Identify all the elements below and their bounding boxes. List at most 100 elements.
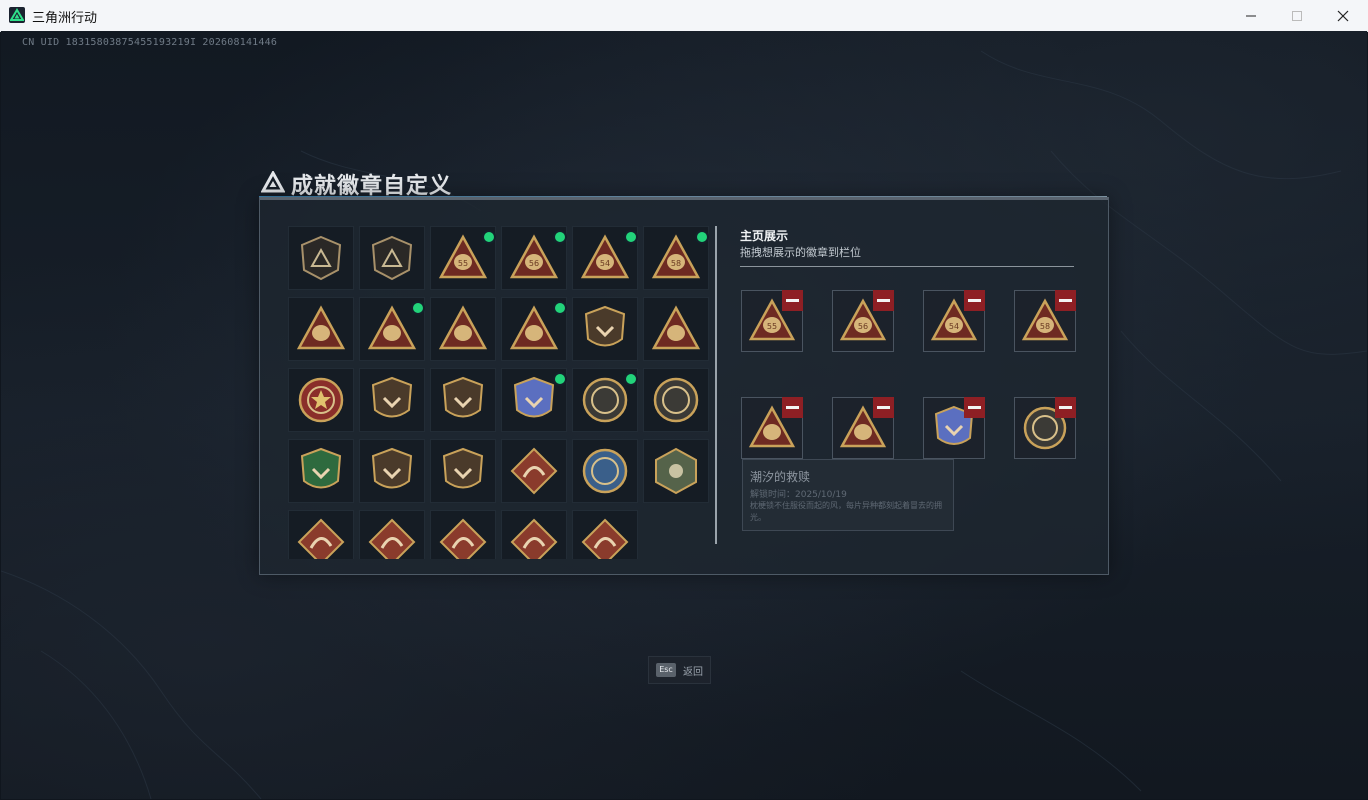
remove-badge-button[interactable] (964, 290, 985, 311)
badge-cell[interactable] (501, 368, 567, 432)
divider (715, 226, 717, 544)
showcase-slot[interactable] (832, 397, 894, 459)
badge-cell[interactable] (359, 368, 425, 432)
sniper-medal-icon (653, 377, 699, 423)
showcase-slot[interactable] (1014, 397, 1076, 459)
window-titlebar: 三角洲行动 (0, 0, 1368, 32)
badge-cell[interactable]: 58 (643, 226, 709, 290)
tooltip-unlock-date: 解锁时间：2025/10/19 (750, 490, 847, 500)
svg-text:56: 56 (858, 322, 868, 331)
maximize-icon (1292, 11, 1302, 21)
badge-cell[interactable] (288, 439, 354, 503)
number-one-triangle-icon (438, 305, 488, 350)
badge-cell[interactable] (572, 368, 638, 432)
minimize-button[interactable] (1228, 0, 1274, 31)
esc-key-icon: Esc (656, 663, 676, 677)
svg-text:55: 55 (458, 259, 468, 268)
shield-crest-icon (584, 305, 626, 347)
badge-tooltip: 潮汐的救赎 解锁时间：2025/10/19 枕梗锁不住服役而起的风，每片异种都刻… (742, 459, 954, 531)
new-indicator (624, 372, 638, 386)
svg-text:54: 54 (600, 259, 610, 268)
badge-cell[interactable]: 56 (501, 226, 567, 290)
shield-triangle-emblem-icon (300, 235, 342, 281)
svg-text:54: 54 (949, 322, 959, 331)
badge-cell[interactable] (430, 510, 496, 559)
money-bag-55-icon: 55 (438, 234, 488, 279)
remove-badge-button[interactable] (1055, 397, 1076, 418)
badge-cell[interactable] (643, 439, 709, 503)
runner-diamond-icon (439, 518, 487, 559)
window-title: 三角洲行动 (32, 11, 98, 26)
minimize-icon (1246, 15, 1256, 17)
showcase-slot[interactable]: 58 (1014, 290, 1076, 352)
green-rifle-shield-icon (300, 447, 342, 489)
remove-badge-button[interactable] (873, 397, 894, 418)
remove-badge-button[interactable] (782, 397, 803, 418)
badge-cell[interactable] (572, 297, 638, 361)
badge-cell[interactable] (359, 510, 425, 559)
new-indicator (695, 230, 709, 244)
card-58-icon: 58 (651, 234, 701, 279)
badge-cell[interactable] (359, 226, 425, 290)
chevron-shield-icon (371, 376, 413, 418)
remove-badge-button[interactable] (964, 397, 985, 418)
badge-cell[interactable] (572, 439, 638, 503)
svg-text:58: 58 (1040, 322, 1050, 331)
badge-cell[interactable] (501, 439, 567, 503)
pistol-shield-icon (371, 447, 413, 489)
badge-grid[interactable]: 55 56 54 58 (288, 226, 710, 559)
horse-diamond-icon (510, 518, 558, 559)
showcase-slot[interactable]: 54 (923, 290, 985, 352)
helmet-emblem-icon (367, 305, 417, 350)
section-title: 主页展示 (740, 229, 789, 243)
badge-cell[interactable] (430, 439, 496, 503)
badge-cell[interactable] (359, 439, 425, 503)
new-indicator (553, 301, 567, 315)
helmet-56-icon: 56 (509, 234, 559, 279)
maximize-button[interactable] (1274, 0, 1320, 31)
badge-cell[interactable]: 54 (572, 226, 638, 290)
helicopter-emblem-icon (371, 235, 413, 281)
winged-crest-icon (442, 447, 484, 489)
badge-cell[interactable]: 55 (430, 226, 496, 290)
badge-cell[interactable] (430, 368, 496, 432)
remove-badge-button[interactable] (782, 290, 803, 311)
dragon-diamond-2-icon (368, 518, 416, 559)
badge-cell[interactable] (430, 297, 496, 361)
remove-badge-button[interactable] (1055, 290, 1076, 311)
new-indicator (624, 230, 638, 244)
delta-logo-icon (261, 171, 285, 193)
eagle-medal-icon (582, 448, 628, 494)
close-icon (1337, 10, 1349, 22)
badge-cell[interactable] (288, 510, 354, 559)
svg-text:55: 55 (767, 322, 777, 331)
crouching-soldier-icon (509, 305, 559, 350)
remove-badge-button[interactable] (873, 290, 894, 311)
showcase-slot[interactable] (741, 397, 803, 459)
showcase-slot[interactable]: 56 (832, 290, 894, 352)
badge-cell[interactable] (501, 510, 567, 559)
badge-cell[interactable] (643, 368, 709, 432)
badge-cell[interactable] (501, 297, 567, 361)
showcase-section: 主页展示 拖拽想展示的徽章到栏位 55 56 54 58 潮汐的救赎 解锁时间：… (740, 226, 1080, 546)
medal-crest-icon (442, 376, 484, 418)
wolf-diamond-icon (510, 447, 558, 495)
blade-diamond-icon (581, 518, 629, 559)
round-helmet-medal-icon (582, 377, 628, 423)
back-button[interactable]: Esc 返回 (648, 656, 711, 684)
badge-cell[interactable] (643, 297, 709, 361)
showcase-slot[interactable] (923, 397, 985, 459)
badge-cell[interactable] (572, 510, 638, 559)
badge-customize-panel: 55 56 54 58 主页展示 拖拽想展示的徽章到栏位 55 56 54 58… (259, 197, 1109, 575)
hexagon-insect-icon (655, 447, 697, 495)
badge-cell[interactable] (288, 226, 354, 290)
svg-text:58: 58 (671, 259, 681, 268)
badge-cell[interactable] (288, 368, 354, 432)
section-divider (740, 266, 1074, 267)
badge-cell[interactable] (359, 297, 425, 361)
badge-cell[interactable] (288, 297, 354, 361)
showcase-slot[interactable]: 55 (741, 290, 803, 352)
blue-shield-icon (513, 376, 555, 418)
close-button[interactable] (1320, 0, 1366, 31)
new-indicator (482, 230, 496, 244)
